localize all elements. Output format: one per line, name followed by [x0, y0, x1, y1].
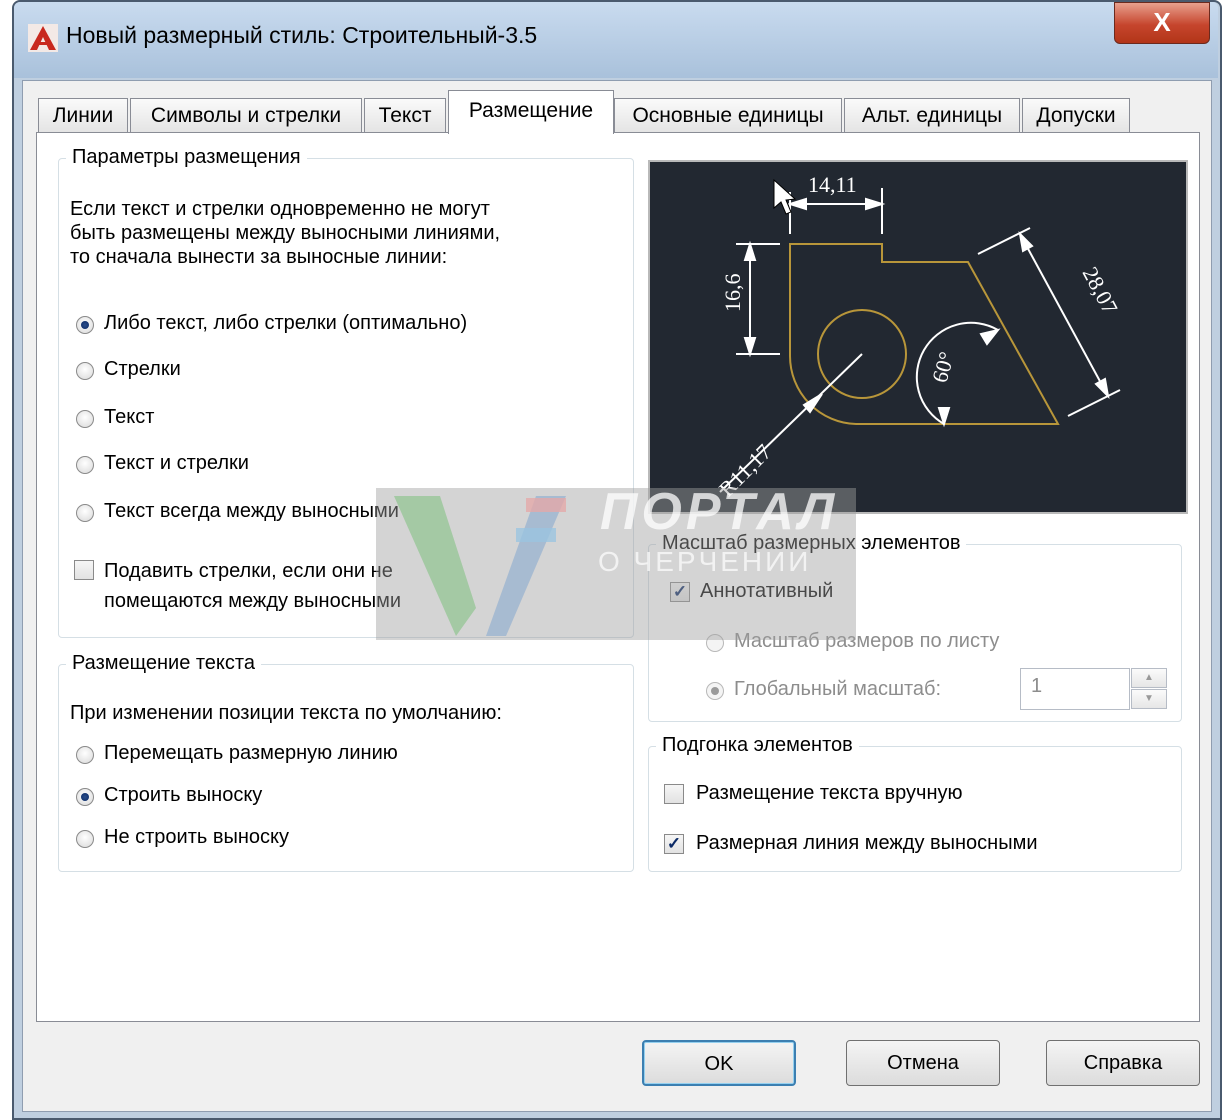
close-icon: X	[1153, 7, 1171, 37]
radio-text[interactable]	[76, 410, 94, 428]
radio-always-keep-text-between[interactable]	[76, 504, 94, 522]
tab-alternate-units[interactable]: Альт. единицы	[844, 98, 1020, 132]
preview-drawing: 14,11 16,6 28,07 60° R11,17	[714, 172, 1123, 502]
close-button[interactable]: X	[1114, 2, 1210, 44]
radio-no-leader[interactable]	[76, 830, 94, 848]
suppress-arrows-label-line2[interactable]: помещаются между выносными	[104, 590, 401, 613]
radio-label-text[interactable]: Текст	[104, 406, 154, 429]
dim-text-right: 28,07	[1078, 263, 1123, 318]
tab-fit[interactable]: Размещение	[448, 90, 614, 134]
radio-label-always-keep-text-between[interactable]: Текст всегда между выносными	[104, 500, 399, 523]
suppress-arrows-checkbox[interactable]	[74, 560, 94, 580]
spinner-up-icon[interactable]: ▲	[1131, 668, 1167, 688]
dim-text-left: 16,6	[720, 274, 745, 313]
dim-text-angle: 60°	[927, 349, 960, 386]
radio-label-move-dimension-line[interactable]: Перемещать размерную линию	[104, 742, 398, 765]
radio-label-text-and-arrows[interactable]: Текст и стрелки	[104, 452, 249, 475]
tab-tolerances[interactable]: Допуски	[1022, 98, 1130, 132]
cancel-button[interactable]: Отмена	[846, 1040, 1000, 1086]
fit-description-line3: то сначала вынести за выносные линии:	[70, 246, 448, 268]
text-placement-legend: Размещение текста	[66, 652, 261, 675]
help-button[interactable]: Справка	[1046, 1040, 1200, 1086]
checkmark-icon: ✓	[666, 834, 682, 853]
radio-text-and-arrows[interactable]	[76, 456, 94, 474]
radio-label-global-scale[interactable]: Глобальный масштаб:	[734, 678, 941, 701]
radio-label-no-leader[interactable]: Не строить выноску	[104, 826, 289, 849]
radio-label-either-text-or-arrows[interactable]: Либо текст, либо стрелки (оптимально)	[104, 312, 467, 335]
fit-description-line2: быть размещены между выносными линиями,	[70, 222, 501, 244]
watermark: ПОРТАЛ О ЧЕРЧЕНИИ	[376, 483, 856, 640]
tab-text[interactable]: Текст	[364, 98, 446, 132]
draw-dim-line-between-checkbox[interactable]: ✓	[664, 834, 684, 854]
draw-dim-line-between-label[interactable]: Размерная линия между выносными	[696, 832, 1038, 855]
dim-text-top: 14,11	[808, 172, 857, 197]
suppress-arrows-label-line1[interactable]: Подавить стрелки, если они не	[104, 560, 393, 583]
fine-tuning-legend: Подгонка элементов	[656, 734, 859, 757]
spinner-down-icon[interactable]: ▼	[1131, 689, 1167, 709]
tab-lines[interactable]: Линии	[38, 98, 128, 132]
preview-dimensions	[719, 188, 1121, 493]
watermark-line2: О ЧЕРЧЕНИИ	[598, 546, 812, 577]
radio-label-arrows[interactable]: Стрелки	[104, 358, 181, 381]
watermark-line1: ПОРТАЛ	[600, 483, 839, 541]
ok-button[interactable]: OK	[642, 1040, 796, 1086]
tab-symbols-arrows[interactable]: Символы и стрелки	[130, 98, 362, 132]
autocad-app-icon	[28, 24, 58, 52]
window-title: Новый размерный стиль: Строительный-3.5	[66, 22, 538, 48]
radio-label-add-leader[interactable]: Строить выноску	[104, 784, 262, 807]
radio-move-dimension-line[interactable]	[76, 746, 94, 764]
manual-text-placement-label[interactable]: Размещение текста вручную	[696, 782, 963, 805]
global-scale-input[interactable]: 1	[1020, 668, 1130, 710]
dimension-preview: 14,11 16,6 28,07 60° R11,17	[648, 160, 1188, 514]
radio-global-scale[interactable]	[706, 682, 724, 700]
fit-options-legend: Параметры размещения	[66, 146, 307, 169]
preview-geometry	[789, 243, 1060, 425]
cursor-icon	[773, 178, 797, 215]
text-placement-description: При изменении позиции текста по умолчани…	[70, 702, 502, 724]
tab-primary-units[interactable]: Основные единицы	[614, 98, 842, 132]
manual-text-placement-checkbox[interactable]	[664, 784, 684, 804]
radio-either-text-or-arrows[interactable]	[76, 316, 94, 334]
fit-description-line1: Если текст и стрелки одновременно не мог…	[70, 198, 490, 220]
radio-add-leader[interactable]	[76, 788, 94, 806]
radio-arrows[interactable]	[76, 362, 94, 380]
